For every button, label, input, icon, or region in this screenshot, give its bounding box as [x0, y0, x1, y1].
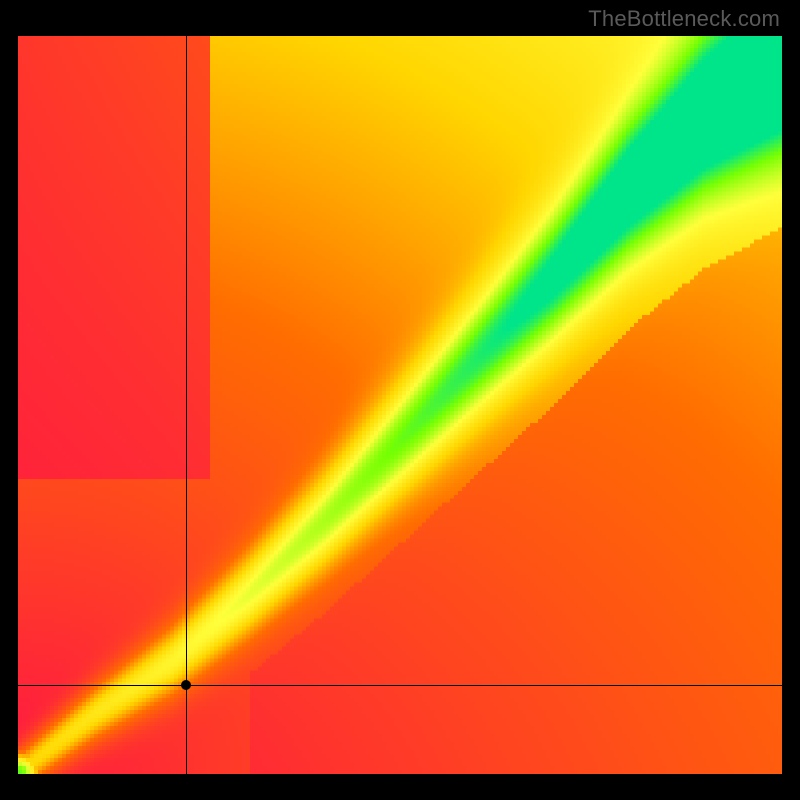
crosshair-vertical: [186, 36, 187, 774]
heatmap-canvas: [18, 36, 782, 774]
crosshair-horizontal: [18, 685, 782, 686]
marker-point: [181, 680, 191, 690]
heatmap-plot: [18, 36, 782, 774]
watermark-text: TheBottleneck.com: [588, 6, 780, 32]
chart-frame: { "watermark_text": "TheBottleneck.com",…: [0, 0, 800, 800]
